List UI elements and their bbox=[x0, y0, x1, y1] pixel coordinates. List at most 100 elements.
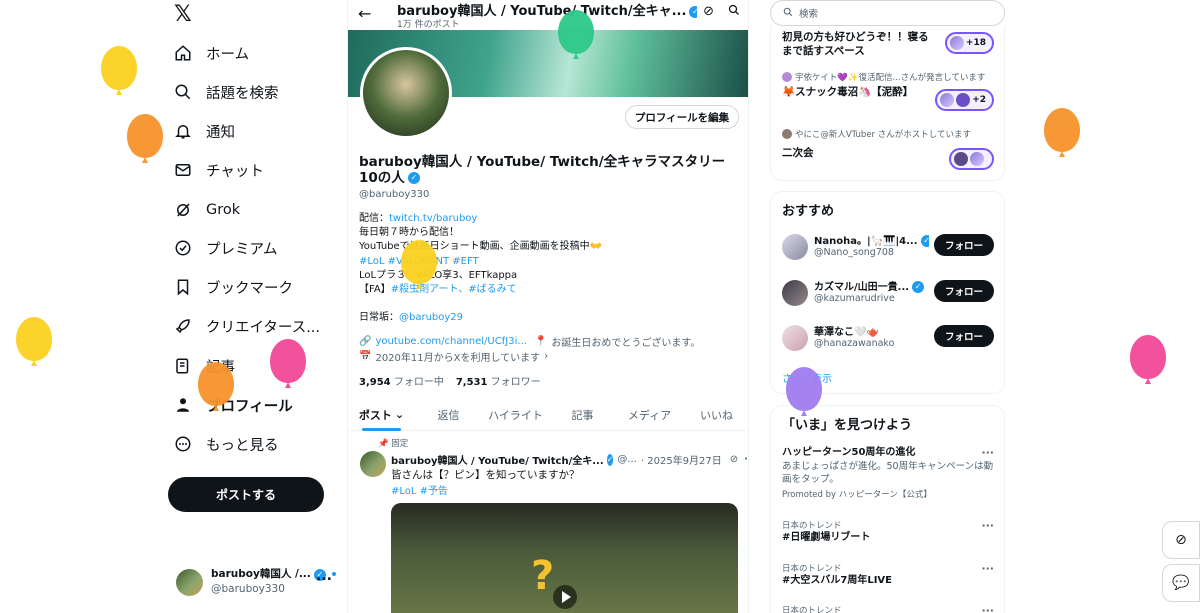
nav-grok[interactable]: Grok bbox=[174, 196, 240, 224]
search-icon[interactable] bbox=[728, 4, 740, 20]
person-icon bbox=[174, 396, 192, 414]
trend-item[interactable]: 日本のトレンド ··· bbox=[782, 604, 994, 613]
space-item[interactable]: やにこ@新人VTuber さんがホストしています 二次会 bbox=[782, 128, 994, 170]
trend-more-icon[interactable]: ··· bbox=[981, 446, 994, 459]
chat-bubble-icon[interactable]: 💬 bbox=[1162, 564, 1200, 602]
profile-avatar[interactable] bbox=[360, 47, 452, 139]
post-button[interactable]: ポストする bbox=[168, 477, 324, 512]
grok-icon bbox=[174, 201, 192, 219]
trend-more-icon[interactable]: ··· bbox=[981, 519, 994, 532]
followers-link[interactable]: 7,531 フォロワー bbox=[456, 373, 541, 388]
nav-chat[interactable]: チャット bbox=[174, 156, 264, 184]
trend-more-icon[interactable]: ··· bbox=[981, 604, 994, 613]
x-logo-icon[interactable]: 𝕏 bbox=[174, 4, 196, 26]
follow-button[interactable]: フォロー bbox=[934, 325, 994, 347]
mail-icon bbox=[174, 161, 192, 179]
website-link[interactable]: youtube.com/channel/UCfJ3i... bbox=[375, 336, 526, 347]
nav-bookmarks[interactable]: ブックマーク bbox=[174, 273, 293, 301]
verified-badge-icon: ✓ bbox=[606, 453, 614, 466]
left-navigation: 𝕏 ホーム 話題を検索 通知 チャット Grok プレミアム ブックマーク クリ… bbox=[160, 0, 348, 613]
bio-text: 日常垢： bbox=[359, 312, 399, 324]
nav-more[interactable]: もっと見る bbox=[174, 430, 279, 458]
trend-item[interactable]: 日本のトレンド #大空スバル7周年LIVE ··· bbox=[782, 562, 994, 588]
space-host: やにこ@新人VTuber さんがホストしています bbox=[795, 130, 972, 140]
tweet-hashtags[interactable]: #LoL #予告 bbox=[391, 482, 448, 497]
trends-title: 「いま」を見つけよう bbox=[782, 418, 913, 433]
avatar bbox=[970, 152, 984, 166]
recommend-title: おすすめ bbox=[782, 204, 835, 219]
home-icon bbox=[174, 44, 192, 62]
recommend-item[interactable]: Nanoha。|🦙🎹|4... ✓ @Nano_song708 フォロー bbox=[782, 232, 994, 266]
tab-media[interactable]: メディア bbox=[616, 399, 683, 430]
tweet-author-name[interactable]: baruboy韓国人 / YouTube/ Twitch/全キ... bbox=[391, 452, 604, 467]
chevron-right-icon[interactable]: › bbox=[544, 351, 548, 362]
grok-icon[interactable]: ⊘ bbox=[703, 4, 714, 20]
verified-icon bbox=[174, 239, 192, 257]
profile-meta-row: 🔗 youtube.com/channel/UCfJ3i... 📍 お誕生日おめ… bbox=[359, 334, 739, 349]
tweet-date[interactable]: · 2025年9月27日 bbox=[641, 452, 722, 467]
balloon-decoration bbox=[1044, 108, 1080, 157]
avatar bbox=[956, 93, 971, 107]
nav-explore[interactable]: 話題を検索 bbox=[174, 78, 279, 106]
sub-account-link[interactable]: @baruboy29 bbox=[399, 312, 463, 323]
grok-icon[interactable]: ⊘ bbox=[730, 454, 738, 465]
balloon-decoration bbox=[558, 10, 594, 59]
twitch-link[interactable]: twitch.tv/baruboy bbox=[389, 213, 477, 224]
trend-more-icon[interactable]: ··· bbox=[981, 562, 994, 575]
tweet-more-icon[interactable]: ··· bbox=[744, 454, 748, 465]
trend-item[interactable]: 日本のトレンド #日曜劇場リブート ··· bbox=[782, 519, 994, 545]
tab-articles[interactable]: 記事 bbox=[549, 399, 616, 430]
trend-context: 日本のトレンド bbox=[782, 521, 842, 531]
balloon-decoration bbox=[270, 339, 306, 388]
recommend-handle: @Nano_song708 bbox=[814, 247, 894, 258]
joined-row: 📅 2020年11月からXを利用しています › bbox=[359, 349, 739, 364]
back-arrow-icon[interactable]: ← bbox=[358, 4, 371, 23]
follow-stats: 3,954 フォロー中 7,531 フォロワー bbox=[359, 373, 541, 388]
search-input[interactable]: 検索 bbox=[770, 0, 1005, 26]
space-item[interactable]: 宇依ケイト💜✨復活配信...さんが発言しています 🦊スナック毒沼🦄【泥酔】 +2 bbox=[782, 71, 994, 111]
nav-label: プレミアム bbox=[206, 241, 278, 258]
avatar bbox=[176, 568, 203, 596]
trend-title: #大空スバル7周年LIVE bbox=[782, 575, 892, 586]
tab-posts[interactable]: ポスト ⌄ bbox=[348, 399, 415, 431]
nav-label: 通知 bbox=[206, 124, 235, 141]
trend-context: 日本のトレンド bbox=[782, 606, 842, 613]
profile-tabs: ポスト ⌄ 返信 ハイライト 記事 メディア いいね bbox=[348, 399, 748, 431]
edit-profile-button[interactable]: プロフィールを編集 bbox=[625, 105, 739, 129]
verified-badge-icon: ✓ bbox=[912, 281, 925, 293]
account-more-icon[interactable]: ... bbox=[316, 568, 332, 584]
nav-notifications[interactable]: 通知 bbox=[174, 117, 235, 145]
account-handle: @baruboy330 bbox=[211, 583, 285, 595]
tab-likes[interactable]: いいね bbox=[683, 399, 748, 430]
recommend-item[interactable]: 華澤なこ🤍🫖 @hanazawanako フォロー bbox=[782, 323, 994, 357]
tweet-avatar[interactable] bbox=[360, 451, 386, 477]
following-link[interactable]: 3,954 フォロー中 bbox=[359, 373, 444, 388]
recommend-handle: @hanazawanako bbox=[814, 338, 895, 349]
avatar bbox=[782, 129, 792, 139]
search-placeholder: 検索 bbox=[799, 9, 819, 20]
tweet-video[interactable]: ? bbox=[391, 503, 738, 613]
follow-button[interactable]: フォロー bbox=[934, 234, 994, 256]
space-item[interactable]: 初見の方も好ひどうぞ！！寝るまで話すスペース +18 bbox=[782, 30, 994, 58]
trend-title: ハッピーターン50周年の進化 bbox=[782, 447, 916, 458]
play-icon[interactable] bbox=[553, 585, 577, 609]
tab-replies[interactable]: 返信 bbox=[415, 399, 482, 430]
nav-home[interactable]: ホーム bbox=[174, 39, 249, 67]
birthday-text: お誕生日おめでとうございます。 bbox=[551, 338, 701, 349]
follow-button[interactable]: フォロー bbox=[934, 280, 994, 302]
nav-premium[interactable]: プレミアム bbox=[174, 234, 278, 262]
verified-badge-icon: ✓ bbox=[689, 5, 697, 18]
balloon-decoration bbox=[101, 46, 137, 95]
bio-hashtags[interactable]: #殺虫剤アート、#ばるみて bbox=[391, 284, 517, 295]
nav-creator-studio[interactable]: クリエイタース... bbox=[174, 312, 320, 340]
grok-icon[interactable]: ⊘ bbox=[1162, 521, 1200, 559]
nav-label: チャット bbox=[206, 163, 264, 180]
tab-highlights[interactable]: ハイライト bbox=[482, 399, 549, 430]
nav-profile[interactable]: プロフィール bbox=[174, 391, 293, 419]
trend-item[interactable]: ハッピーターン50周年の進化 あまじょっぱさが進化。50周年キャンペーンは動画を… bbox=[782, 446, 994, 500]
avatar bbox=[949, 36, 964, 50]
account-switcher[interactable]: baruboy韓国人 /... ✓ @baruboy330 ... bbox=[176, 564, 346, 600]
notification-dot bbox=[332, 572, 336, 576]
location-pin-icon: 📍 bbox=[534, 336, 548, 347]
recommend-item[interactable]: カズマル/山田一貴... ✓ @kazumarudrive フォロー bbox=[782, 278, 994, 312]
